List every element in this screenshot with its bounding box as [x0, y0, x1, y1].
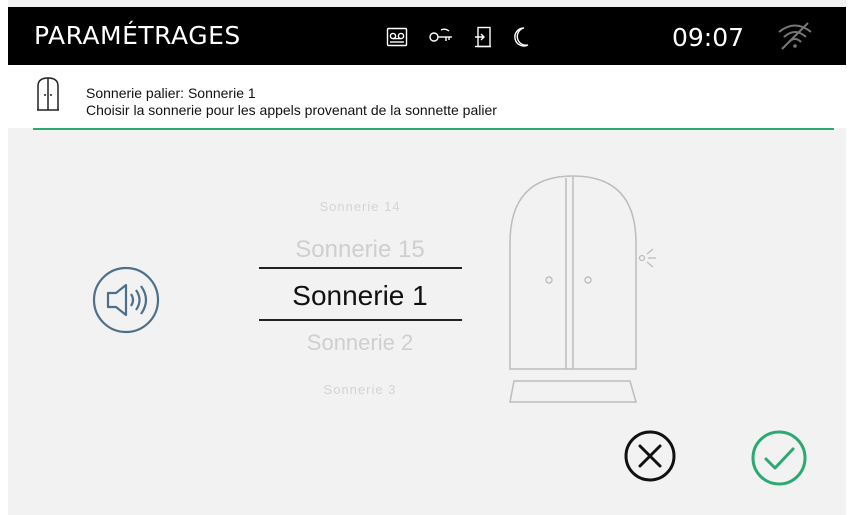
screen: PARAMÉTRAGES 09:07 Sonnerie palier: Sonn…	[8, 0, 846, 515]
door-icon	[37, 77, 59, 111]
ringtone-option[interactable]: Sonnerie 3	[258, 382, 462, 397]
voicemail-icon	[386, 27, 408, 47]
status-icons	[386, 25, 530, 49]
ringtone-option[interactable]: Sonnerie 15	[258, 236, 462, 264]
page-title: PARAMÉTRAGES	[34, 21, 241, 50]
check-circle-icon[interactable]	[749, 428, 809, 488]
ringtone-option-selected[interactable]: Sonnerie 1	[258, 280, 462, 312]
door-exit-icon	[475, 26, 491, 48]
ringtone-option[interactable]: Sonnerie 14	[258, 199, 462, 214]
ringtone-option[interactable]: Sonnerie 2	[258, 330, 462, 356]
info-panel: Sonnerie palier: Sonnerie 1 Choisir la s…	[8, 65, 846, 128]
selection-line-bottom	[259, 319, 462, 321]
selection-line-top	[259, 267, 462, 269]
moon-icon	[514, 27, 529, 47]
accent-divider	[33, 128, 834, 130]
setting-description: Choisir la sonnerie pour les appels prov…	[86, 102, 497, 118]
wifi-off-icon	[778, 22, 812, 50]
setting-title: Sonnerie palier: Sonnerie 1	[86, 85, 256, 101]
landing-door-illustration	[509, 175, 656, 403]
speaker-icon[interactable]	[90, 264, 162, 336]
close-circle-icon[interactable]	[622, 428, 678, 484]
clock: 09:07	[672, 23, 745, 52]
key-icon	[429, 28, 452, 42]
top-bar: PARAMÉTRAGES 09:07	[8, 7, 846, 65]
